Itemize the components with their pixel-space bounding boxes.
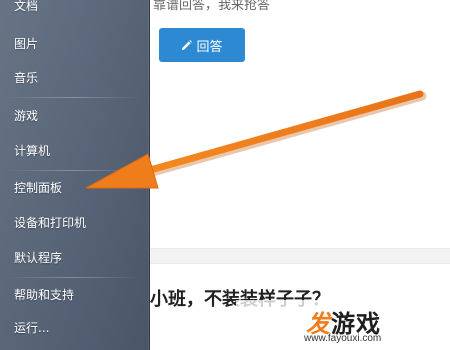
menu-item-music[interactable]: 音乐 bbox=[14, 67, 38, 89]
screenshot-stage: 靠谱回答，我来抢答 回答 小班，不装装样子子？ 文档 图片 音乐 游戏 计算机 … bbox=[0, 0, 450, 350]
menu-item-documents[interactable]: 文档 bbox=[14, 0, 38, 17]
start-menu-right-pane: 文档 图片 音乐 游戏 计算机 控制面板 设备和打印机 默认程序 帮助和支持 运… bbox=[0, 0, 150, 350]
answer-button-label: 回答 bbox=[196, 39, 223, 55]
answer-panel: 靠谱回答，我来抢答 回答 bbox=[150, 0, 450, 248]
menu-item-control-panel[interactable]: 控制面板 bbox=[14, 177, 62, 199]
site-watermark: 发游戏 www.fayouxi.com bbox=[236, 300, 450, 350]
answer-prompt-text: 靠谱回答，我来抢答 bbox=[153, 0, 271, 13]
menu-item-computer[interactable]: 计算机 bbox=[14, 140, 50, 162]
menu-item-help-support[interactable]: 帮助和支持 bbox=[14, 284, 74, 306]
menu-item-devices-printers[interactable]: 设备和打印机 bbox=[14, 212, 86, 234]
menu-separator bbox=[6, 277, 140, 278]
web-page: 靠谱回答，我来抢答 回答 小班，不装装样子子？ bbox=[150, 0, 450, 350]
menu-separator bbox=[6, 170, 140, 171]
menu-item-pictures[interactable]: 图片 bbox=[14, 33, 38, 55]
menu-separator bbox=[6, 97, 140, 98]
watermark-url: www.fayouxi.com bbox=[304, 333, 382, 344]
section-divider bbox=[150, 248, 450, 264]
pencil-icon bbox=[181, 39, 193, 51]
menu-item-default-programs[interactable]: 默认程序 bbox=[14, 247, 62, 269]
answer-button[interactable]: 回答 bbox=[159, 28, 245, 62]
menu-item-games[interactable]: 游戏 bbox=[14, 105, 38, 127]
menu-item-run[interactable]: 运行... bbox=[14, 317, 49, 339]
